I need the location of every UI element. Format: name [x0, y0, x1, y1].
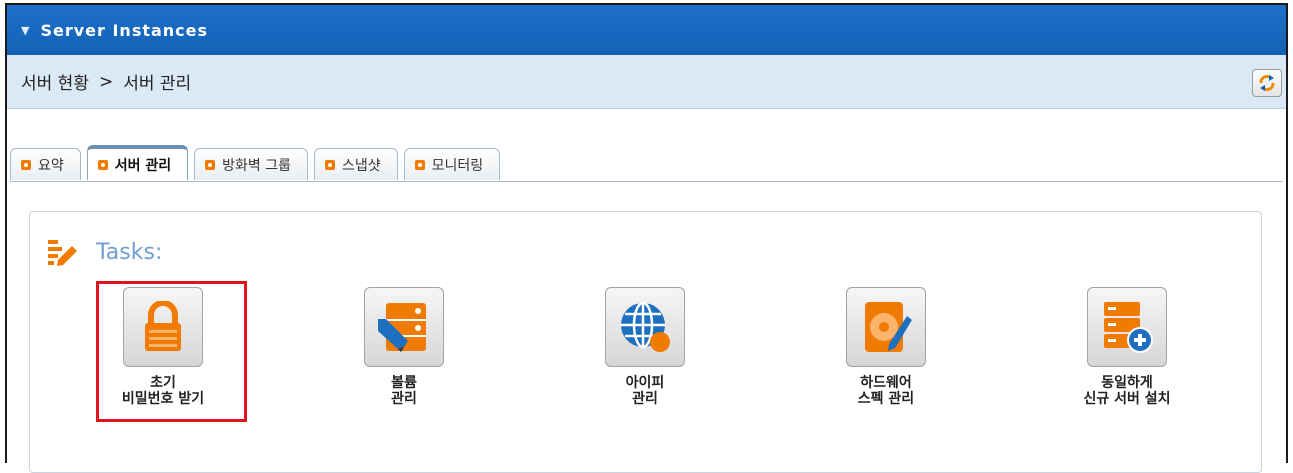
tab-firewall-group[interactable]: 방화벽 그룹 [194, 148, 309, 180]
hardware-spec-button[interactable] [846, 287, 926, 367]
breadcrumb-current: 서버 관리 [123, 74, 192, 94]
tasks-header: Tasks: [48, 238, 162, 266]
task-label-line2: 관리 [391, 391, 417, 407]
tab-snapshot[interactable]: 스냅샷 [314, 148, 398, 180]
install-same-server-button[interactable] [1087, 287, 1167, 367]
task-hardware-spec-management[interactable]: 하드웨어 스펙 관리 [801, 287, 971, 407]
globe-icon [621, 301, 670, 352]
volume-management-button[interactable] [364, 287, 444, 367]
task-label-line2: 스펙 관리 [857, 391, 915, 407]
tab-bullet-icon [97, 159, 108, 170]
task-label-line1: 동일하게 [1101, 375, 1153, 391]
task-label-line2: 신규 서버 설치 [1083, 391, 1171, 407]
task-label-line1: 볼륨 [391, 375, 417, 391]
task-label: 하드웨어 스펙 관리 [801, 375, 971, 407]
tab-divider [10, 181, 1283, 182]
task-install-same-server[interactable]: 동일하게 신규 서버 설치 [1042, 287, 1212, 407]
task-volume-management[interactable]: 볼륨 관리 [319, 287, 489, 407]
refresh-button[interactable] [1252, 69, 1282, 97]
tab-server-management[interactable]: 서버 관리 [86, 145, 189, 180]
task-label-line2: 관리 [632, 391, 658, 407]
tab-label: 스냅샷 [342, 157, 381, 174]
hard-disk-edit-icon [865, 302, 912, 352]
window-title: Server Instances [40, 20, 209, 40]
task-label: 아이피 관리 [560, 375, 730, 407]
refresh-icon [1259, 75, 1275, 91]
tab-monitoring[interactable]: 모니터링 [403, 148, 501, 180]
ip-management-button[interactable] [605, 287, 685, 367]
server-add-icon [1104, 302, 1153, 353]
tab-bullet-icon [325, 159, 336, 170]
tab-bullet-icon [205, 159, 216, 170]
task-label-line1: 아이피 [625, 375, 665, 391]
tab-label: 방화벽 그룹 [222, 157, 292, 174]
tasks-title: Tasks: [96, 239, 163, 265]
tab-bar: 요약 서버 관리 방화벽 그룹 스냅샷 모니터링 [10, 145, 501, 180]
breadcrumb-separator: > [98, 71, 114, 92]
tab-summary[interactable]: 요약 [10, 148, 81, 180]
server-edit-icon [378, 303, 426, 352]
tasks-edit-icon [48, 240, 77, 266]
tab-label: 모니터링 [431, 157, 484, 174]
task-label: 볼륨 관리 [319, 375, 489, 407]
tab-label: 요약 [38, 157, 64, 174]
breadcrumb-parent[interactable]: 서버 현황 [21, 69, 89, 94]
task-ip-management[interactable]: 아이피 관리 [560, 287, 730, 407]
tab-bullet-icon [414, 159, 425, 170]
tab-bullet-icon [21, 159, 31, 170]
task-label: 동일하게 신규 서버 설치 [1042, 375, 1212, 407]
window-titlebar[interactable]: ▼ Server Instances [7, 5, 1286, 55]
tab-label: 서버 관리 [114, 157, 172, 174]
breadcrumb: 서버 현황 > 서버 관리 [7, 55, 1286, 109]
collapse-arrow-icon[interactable]: ▼ [21, 24, 30, 37]
highlight-box [96, 281, 247, 422]
task-label-line1: 하드웨어 [860, 375, 912, 391]
